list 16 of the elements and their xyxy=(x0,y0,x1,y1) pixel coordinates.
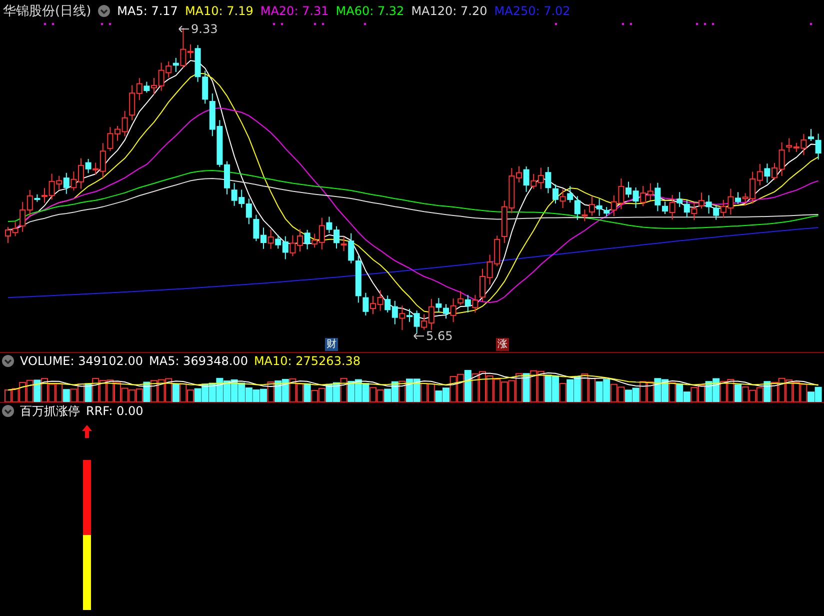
chart-title: 华锦股份(日线) xyxy=(3,3,92,20)
indicator-value: RRF: 0.00 xyxy=(86,404,144,418)
volume-value: VOLUME: 349102.00 xyxy=(20,354,143,368)
volume-value: MA10: 275263.38 xyxy=(254,354,361,368)
event-badge[interactable]: 财 xyxy=(325,338,338,351)
high-price-label: 9.33 xyxy=(191,22,218,36)
indicator-value: MA20: 7.31 xyxy=(260,4,329,18)
indicator-value: MA120: 7.20 xyxy=(411,4,488,18)
indicator-value: MA5: 7.17 xyxy=(117,4,178,18)
indicator-title: 百万抓涨停 xyxy=(20,402,80,420)
low-price-label: 5.65 xyxy=(426,329,453,343)
volume-value: MA5: 369348.00 xyxy=(149,354,248,368)
event-badge[interactable]: 涨 xyxy=(496,338,509,351)
indicator-value: MA10: 7.19 xyxy=(184,4,254,18)
indicator-value: MA250: 7.02 xyxy=(494,4,570,18)
indicator-value: MA60: 7.32 xyxy=(336,4,404,18)
